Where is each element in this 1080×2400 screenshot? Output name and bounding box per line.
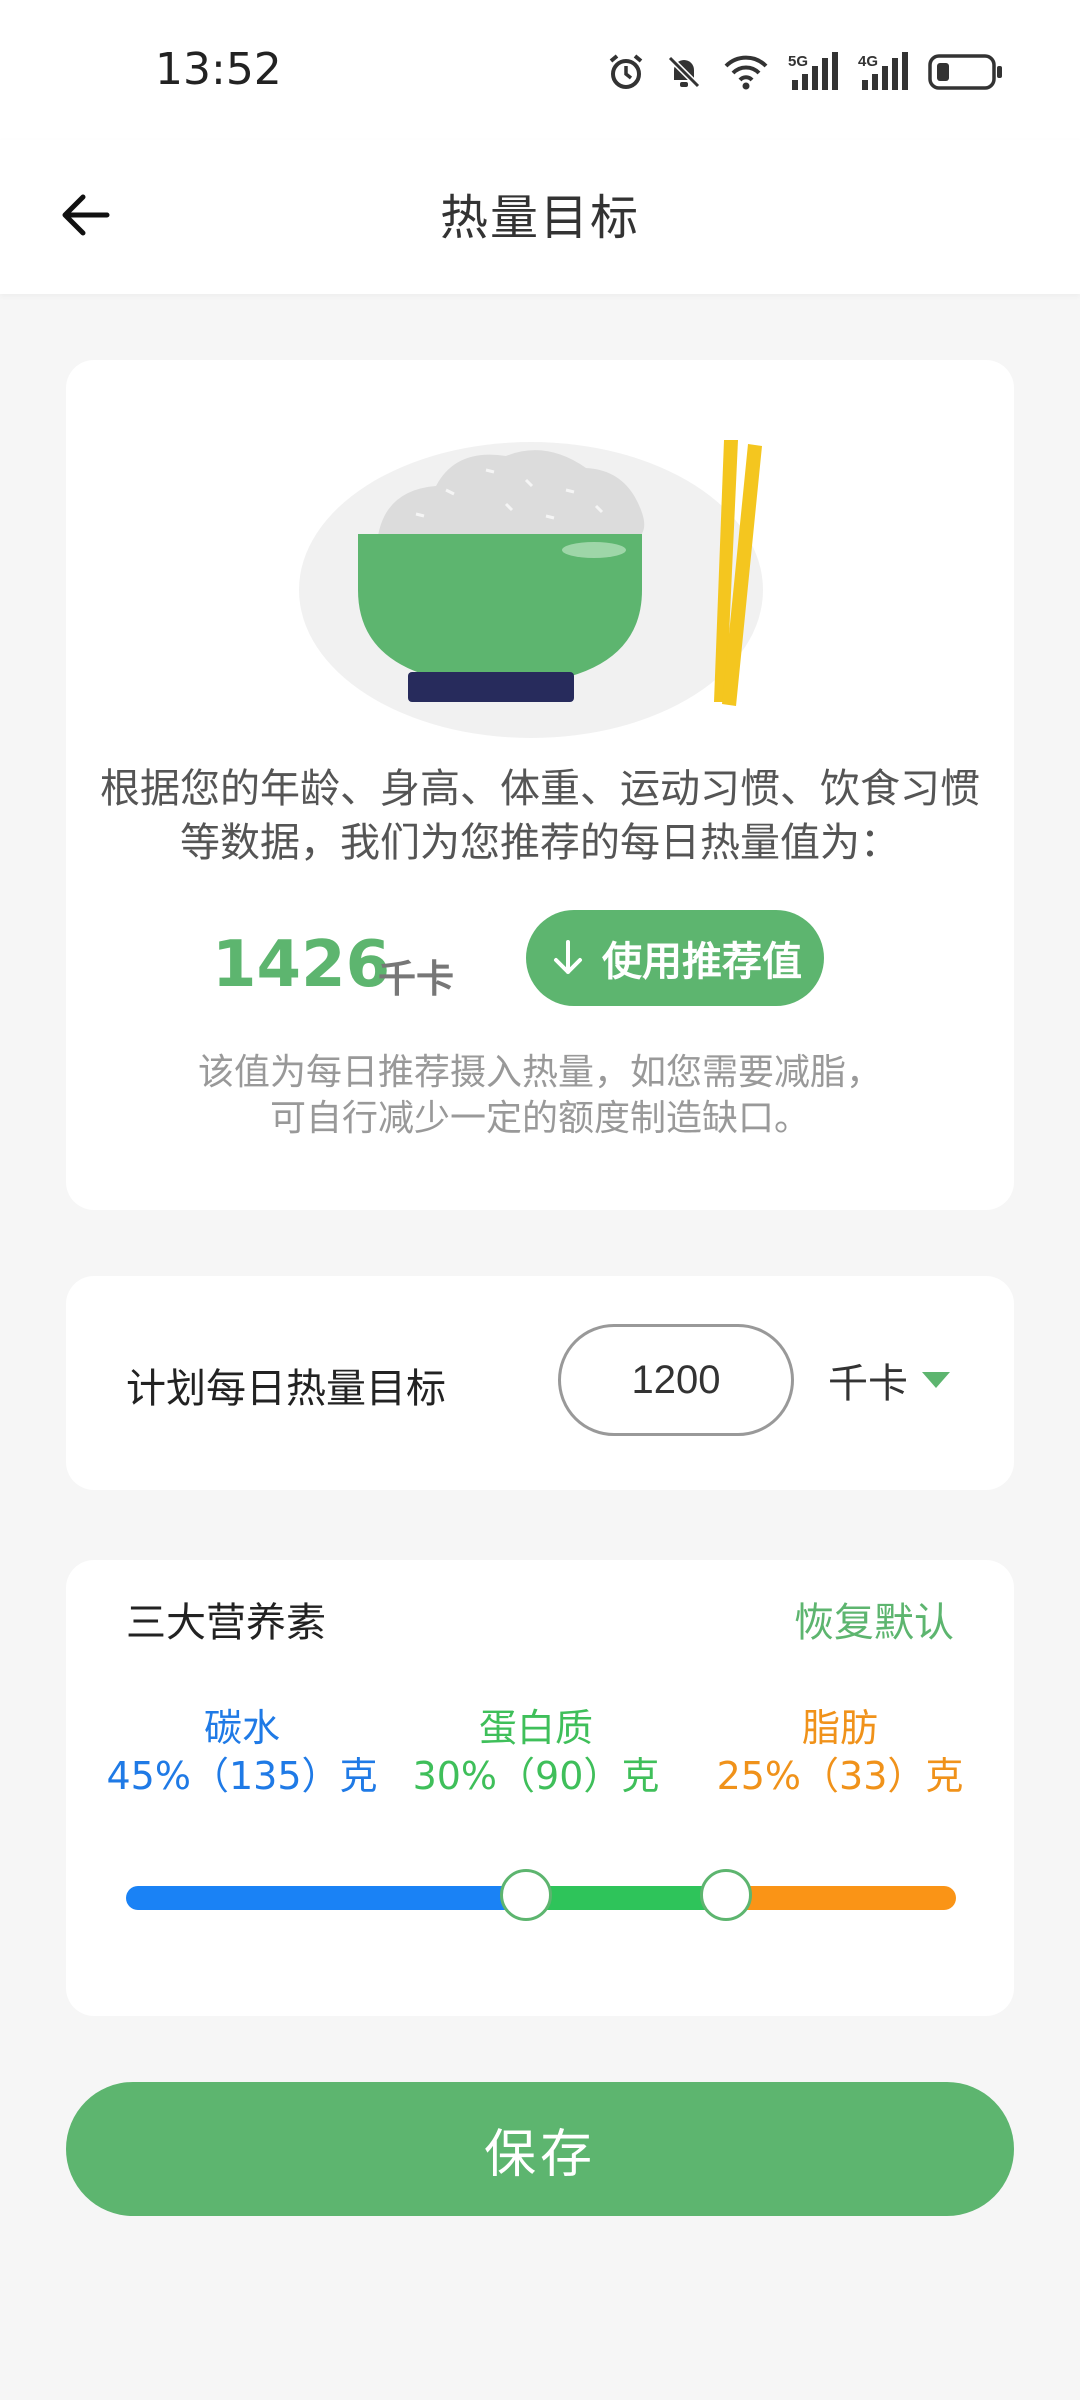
protein-info: 蛋白质 30%（90）克 xyxy=(396,1704,676,1800)
protein-detail: 30%（90）克 xyxy=(412,1754,660,1798)
macronutrient-card: 三大营养素 恢复默认 碳水 45%（135）克 蛋白质 30%（90）克 脂肪 … xyxy=(66,1560,1014,2016)
arrow-down-icon xyxy=(554,940,582,974)
protein-name: 蛋白质 xyxy=(478,1706,593,1750)
protein-segment xyxy=(526,1886,726,1910)
daily-target-label: 计划每日热量目标 xyxy=(126,1366,446,1412)
unit-dropdown[interactable]: 千卡 xyxy=(828,1352,950,1408)
recommend-row: 1426 千卡 使用推荐值 xyxy=(66,910,1014,1010)
use-recommended-button[interactable]: 使用推荐值 xyxy=(526,910,824,1006)
battery-icon xyxy=(928,54,1002,90)
network-4g-label: 4G xyxy=(858,53,878,70)
signal-5g-icon: 5G xyxy=(788,52,838,90)
carb-info: 碳水 45%（135）克 xyxy=(102,1704,382,1800)
fat-info: 脂肪 25%（33）克 xyxy=(700,1704,980,1800)
status-time: 13:52 xyxy=(155,44,282,95)
carb-detail: 45%（135）克 xyxy=(106,1754,378,1798)
recommended-calorie-unit: 千卡 xyxy=(378,957,455,1001)
dropdown-triangle-icon xyxy=(922,1372,950,1388)
macro-ratio-slider[interactable] xyxy=(126,1869,956,1921)
recommendation-card: 根据您的年龄、身高、体重、运动习惯、饮食习惯等数据，我们为您推荐的每日热量值为：… xyxy=(66,360,1014,1210)
unit-dropdown-label: 千卡 xyxy=(828,1361,908,1407)
use-recommended-label: 使用推荐值 xyxy=(602,939,802,985)
recommend-hint: 该值为每日推荐摄入热量，如您需要减脂， 可自行减少一定的额度制造缺口。 xyxy=(106,1050,974,1142)
fat-segment xyxy=(726,1886,956,1910)
restore-default-button[interactable]: 恢复默认 xyxy=(794,1590,954,1648)
hint-line-1: 该值为每日推荐摄入热量，如您需要减脂， xyxy=(197,1052,882,1093)
status-bar: 13:52 5G 4G xyxy=(0,0,1080,140)
network-5g-label: 5G xyxy=(788,53,808,70)
screen: 13:52 5G 4G 热量目标 根据您的年龄、身高、体重、运动习惯、饮食习惯等… xyxy=(0,0,1080,2400)
status-icons: 5G 4G xyxy=(606,44,1004,100)
hint-line-2: 可自行减少一定的额度制造缺口。 xyxy=(269,1098,810,1139)
fat-name: 脂肪 xyxy=(801,1706,878,1750)
signal-4g-icon: 4G xyxy=(858,52,908,90)
macronutrient-title: 三大营养素 xyxy=(126,1600,326,1646)
protein-fat-handle[interactable] xyxy=(700,1869,752,1921)
alarm-icon xyxy=(609,54,643,89)
recommended-calorie-value: 1426 xyxy=(212,928,391,1002)
carb-name: 碳水 xyxy=(203,1706,280,1750)
carb-protein-handle[interactable] xyxy=(500,1869,552,1921)
app-header: 热量目标 xyxy=(0,140,1080,294)
page-title: 热量目标 xyxy=(439,190,640,246)
wifi-icon xyxy=(724,55,768,90)
fat-detail: 25%（33）克 xyxy=(716,1754,964,1798)
save-button[interactable]: 保存 xyxy=(66,2082,1014,2216)
daily-target-input[interactable] xyxy=(558,1324,794,1436)
daily-target-card: 计划每日热量目标 千卡 xyxy=(66,1276,1014,1490)
mute-bell-icon xyxy=(667,55,701,89)
carb-segment xyxy=(126,1886,526,1910)
recommend-description: 根据您的年龄、身高、体重、运动习惯、饮食习惯等数据，我们为您推荐的每日热量值为： xyxy=(100,766,980,866)
rice-bowl-illustration xyxy=(299,440,763,738)
